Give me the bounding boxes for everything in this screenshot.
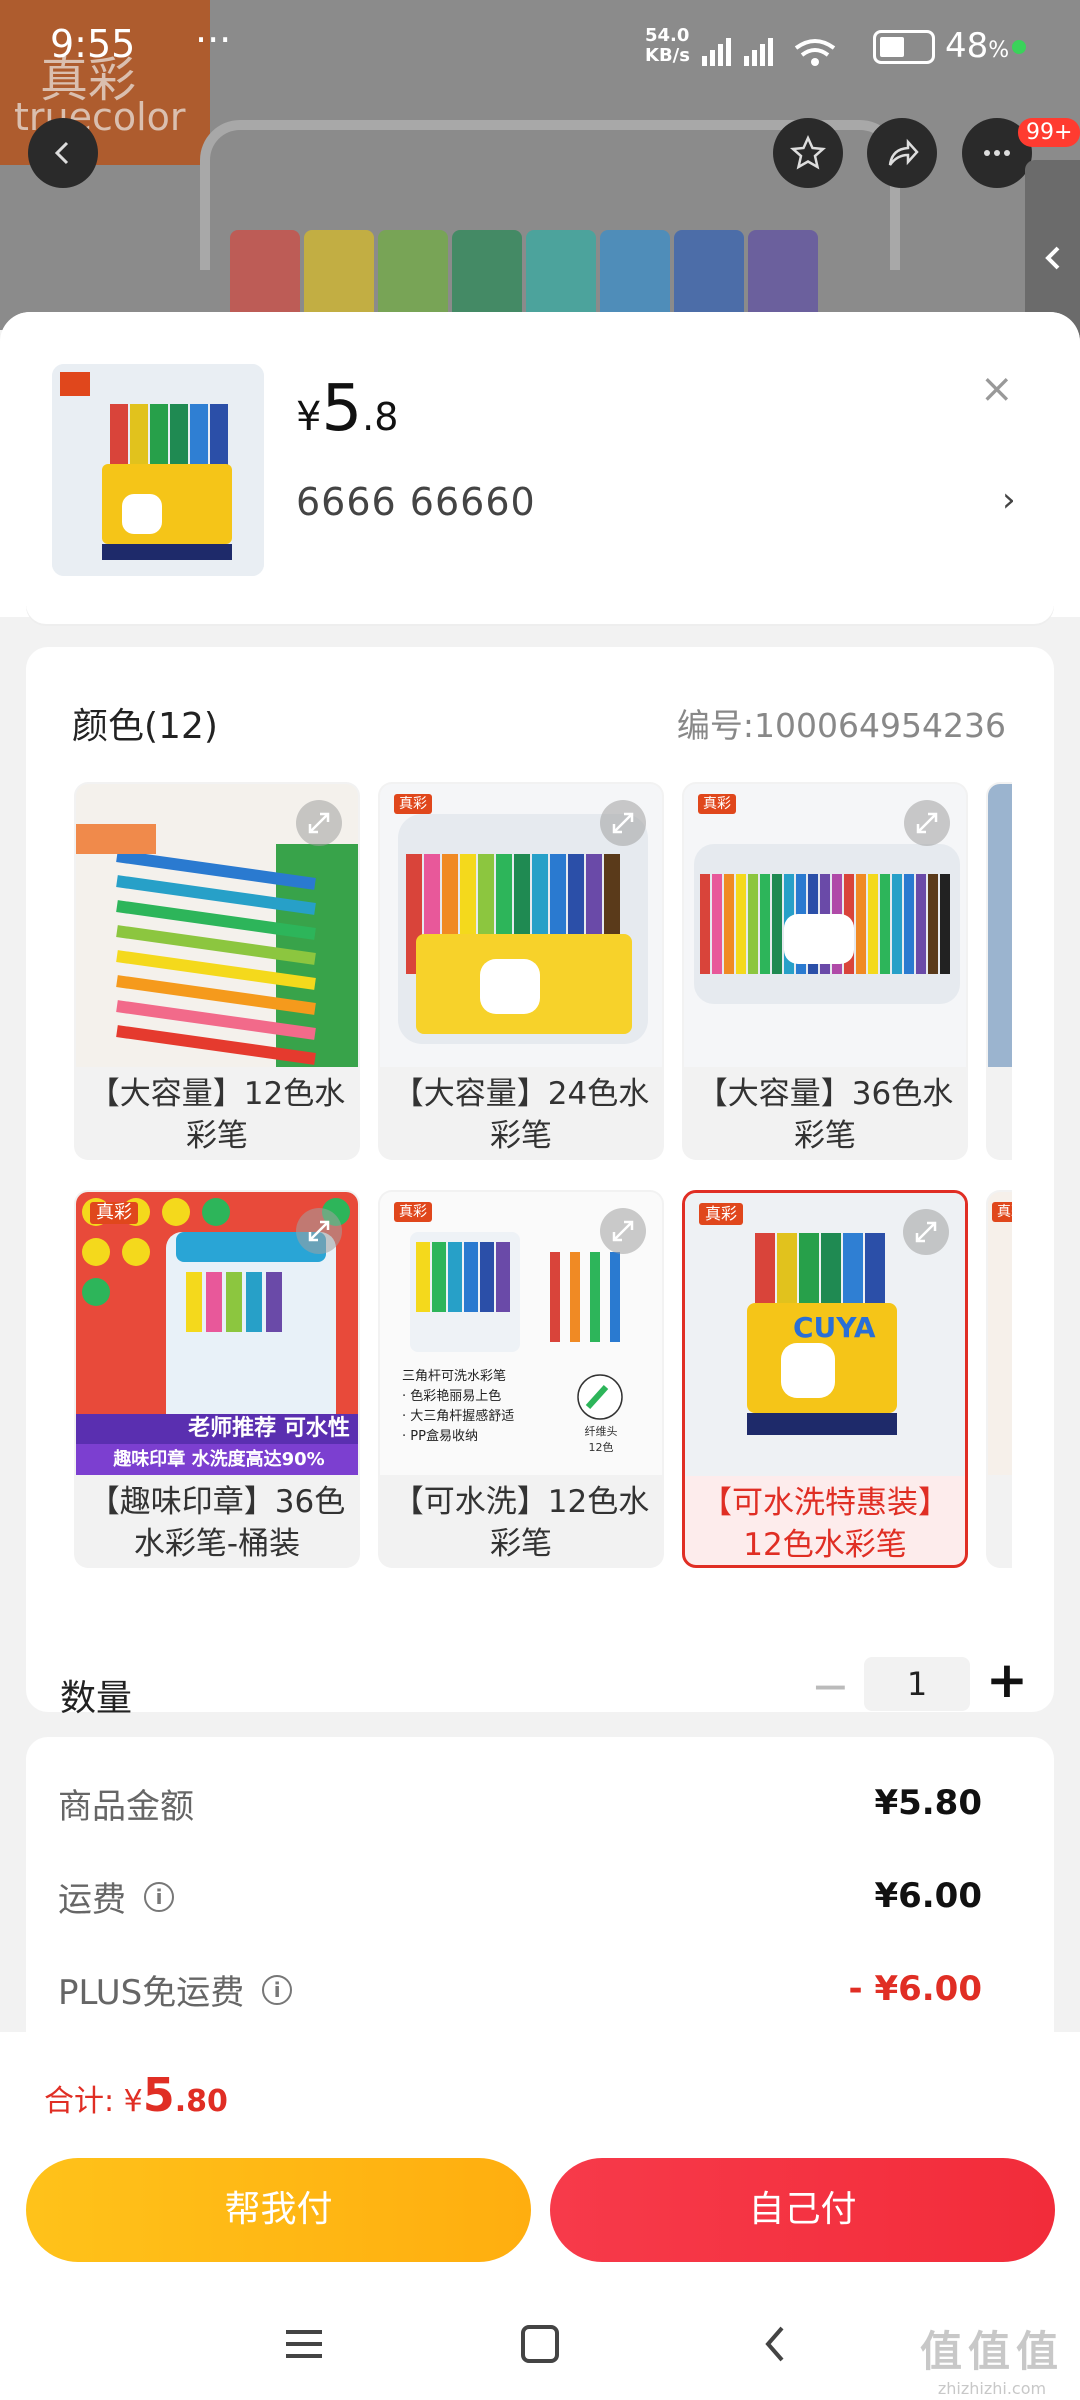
price-integer: 5 — [321, 372, 363, 446]
color-option-selected[interactable]: CUYA 真彩 【可水洗特惠装】12色水彩笔 — [682, 1190, 968, 1568]
option-label: 【大容量】24色水彩笔 — [392, 1076, 650, 1154]
quantity-decrease-button[interactable]: − — [811, 1659, 850, 1713]
network-speed: 54.0 KB/s — [645, 26, 690, 66]
total-label: 合计: — [44, 2084, 124, 2119]
status-time: 9:55 — [50, 22, 136, 66]
color-option-peek[interactable] — [986, 782, 1012, 1160]
feature-title: 三角杆可洗水彩笔 — [402, 1369, 507, 1384]
tip-type: 纤维头 — [584, 1425, 618, 1438]
chevron-left-icon — [54, 141, 69, 165]
summary-value: ¥6.00 — [874, 1876, 982, 1916]
notification-badge: 99+ — [1018, 118, 1080, 147]
zoom-icon[interactable] — [903, 1209, 949, 1255]
system-nav-bar — [0, 2292, 1080, 2400]
watermark-url: zhizhizhi.com — [937, 2379, 1047, 2398]
feature-item: · PP盒易收纳 — [402, 1429, 478, 1444]
color-option[interactable]: 【大容量】12色水彩笔 — [74, 782, 360, 1160]
info-icon[interactable]: i — [262, 1974, 293, 2005]
more-icon — [984, 150, 1010, 156]
option-label: 【可水洗】12色水彩笔 — [392, 1484, 650, 1562]
feature-list: 三角杆可洗水彩笔 · 色彩艳丽易上色 · 大三角杆握感舒适 · PP盒易收纳 — [402, 1367, 514, 1447]
sheet-header: ¥5.8 6666 66660 › × — [0, 312, 1080, 617]
summary-value: ¥5.80 — [874, 1783, 982, 1823]
zoom-icon[interactable] — [296, 1208, 342, 1254]
color-options-grid: 【大容量】12色水彩笔 真彩 【大容量】24色水彩笔 真彩 【大容量】36色水彩… — [74, 782, 1012, 1582]
brand-tag: 真彩 — [394, 1202, 432, 1222]
quantity-input[interactable]: 1 — [864, 1657, 970, 1711]
menu-icon[interactable] — [284, 2324, 324, 2368]
option-image — [988, 784, 1012, 1067]
zoom-icon[interactable] — [296, 800, 342, 846]
status-dot-icon — [1012, 40, 1026, 54]
option-label: 【可水洗特惠装】12色水彩笔 — [701, 1485, 949, 1563]
quantity-increase-button[interactable]: + — [986, 1651, 1028, 1709]
watermark-text: 值值值 — [919, 2327, 1064, 2376]
option-label: 【大容量】36色水彩笔 — [696, 1076, 954, 1154]
option-label: 【趣味印章】36色水彩笔-桶装 — [88, 1484, 346, 1562]
info-icon[interactable]: i — [144, 1881, 174, 1912]
total-decimal: .80 — [174, 2084, 228, 2119]
status-bar: 9:55 ··· 54.0 KB/s 48% — [0, 0, 1080, 100]
brand-tag: 真彩 — [992, 1202, 1012, 1222]
header-divider — [26, 604, 1054, 624]
pay-myself-button[interactable]: 自己付 — [550, 2158, 1055, 2262]
color-option[interactable]: 真彩 【大容量】24色水彩笔 — [378, 782, 664, 1160]
tip-count: 12色 — [588, 1441, 614, 1454]
share-button[interactable] — [867, 118, 937, 188]
color-option[interactable]: 真彩 【大容量】36色水彩笔 — [682, 782, 968, 1160]
summary-label: 运费 i — [58, 1872, 174, 1921]
price-currency: ¥ — [296, 394, 322, 440]
quantity-label: 数量 — [60, 1678, 133, 1719]
tip-note: 纤维头 12色 — [576, 1424, 626, 1456]
battery-icon — [873, 30, 935, 64]
option-image — [988, 1192, 1012, 1475]
feature-item: · 大三角杆握感舒适 — [402, 1409, 515, 1424]
feature-item: · 色彩艳丽易上色 — [402, 1389, 502, 1404]
promo-text: 趣味印章 水洗度高达90% — [113, 1449, 325, 1470]
product-thumbnail — [52, 364, 264, 576]
chevron-right-icon[interactable]: › — [1002, 480, 1016, 520]
brand-tag: 真彩 — [699, 1203, 744, 1225]
chevron-left-icon — [1044, 246, 1059, 269]
promo-text: 老师推荐 可水性 — [188, 1416, 350, 1441]
back-button[interactable] — [28, 118, 98, 188]
close-icon[interactable]: × — [980, 366, 1014, 412]
summary-value: - ¥6.00 — [848, 1969, 983, 2009]
color-option[interactable]: 老师推荐 可水性 趣味印章 水洗度高达90% 真彩 【趣味印章】36色水彩笔-桶… — [74, 1190, 360, 1568]
price: ¥5.8 — [296, 372, 398, 446]
zoom-icon[interactable] — [904, 800, 950, 846]
favorite-button[interactable] — [773, 118, 843, 188]
share-icon — [888, 138, 919, 166]
summary-label: 商品金额 — [58, 1787, 194, 1827]
price-decimal: .8 — [362, 395, 399, 439]
product-code: 编号:100064954236 — [676, 706, 1006, 745]
checkout-footer: 合计: ¥5.80 帮我付 自己付 — [0, 2032, 1080, 2400]
watermark: 值值值 zhizhizhi.com — [920, 2318, 1064, 2398]
star-icon — [789, 134, 827, 170]
total-currency: ¥ — [123, 2084, 143, 2119]
order-total: 合计: ¥5.80 — [44, 2068, 228, 2122]
color-option[interactable]: 三角杆可洗水彩笔 · 色彩艳丽易上色 · 大三角杆握感舒适 · PP盒易收纳 纤… — [378, 1190, 664, 1568]
brand-tag: 真彩 — [394, 794, 432, 814]
option-label: 【大容量】12色水彩笔 — [88, 1076, 346, 1154]
color-option-peek[interactable]: 真彩 — [986, 1190, 1012, 1568]
battery-percent: 48% — [945, 26, 1010, 66]
zoom-icon[interactable] — [600, 800, 646, 846]
delivery-address[interactable]: 6666 66660 — [296, 480, 536, 524]
signal-icon — [700, 30, 860, 78]
brand-tag: 真彩 — [698, 794, 736, 814]
color-selector: 颜色(12) 编号:100064954236 【大容量】12色水彩笔 真彩 【大… — [26, 647, 1054, 1719]
brand-tag: 真彩 — [90, 1202, 138, 1224]
back-nav-icon[interactable] — [756, 2324, 796, 2368]
help-me-pay-button[interactable]: 帮我付 — [26, 2158, 531, 2262]
home-icon[interactable] — [520, 2324, 560, 2368]
color-title: 颜色(12) — [72, 706, 218, 747]
zoom-icon[interactable] — [600, 1208, 646, 1254]
summary-label: PLUS免运费 i — [58, 1965, 293, 2014]
speed-unit: KB/s — [645, 45, 690, 66]
status-dots: ··· — [195, 18, 232, 62]
speed-value: 54.0 — [645, 25, 690, 46]
total-integer: 5 — [142, 2068, 175, 2122]
cuya-logo: CUYA — [793, 1311, 876, 1344]
